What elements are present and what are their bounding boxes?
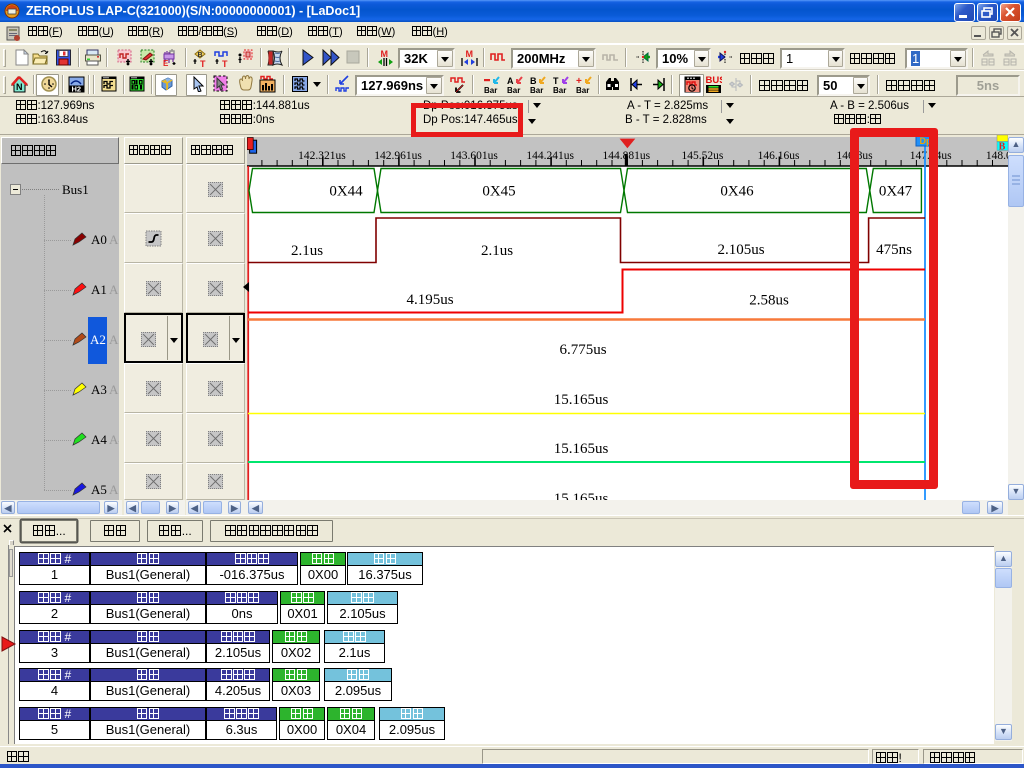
svg-text:T: T (200, 59, 206, 67)
svg-text:2.105us: 2.105us (717, 242, 764, 258)
svg-text:145.52us: 145.52us (681, 150, 723, 162)
svg-text:4.195us: 4.195us (406, 292, 453, 308)
svg-text:Bar: Bar (576, 86, 589, 95)
svg-text:BUS: BUS (706, 75, 723, 86)
svg-text:T: T (222, 59, 228, 67)
svg-text:0X46: 0X46 (720, 184, 754, 200)
svg-text:H2: H2 (72, 85, 82, 94)
svg-text:6.775us: 6.775us (559, 342, 606, 358)
svg-text:146.16us: 146.16us (758, 150, 800, 162)
svg-text:15.165us: 15.165us (554, 441, 609, 457)
svg-text:2.1us: 2.1us (291, 243, 323, 259)
svg-text:M: M (381, 49, 389, 59)
svg-text:0X45: 0X45 (482, 184, 515, 200)
svg-text:E: E (163, 59, 169, 67)
svg-text:0X44: 0X44 (329, 184, 363, 200)
svg-text:2.1us: 2.1us (481, 243, 513, 259)
svg-text:144.881us: 144.881us (602, 150, 650, 162)
svg-text:T: T (553, 76, 559, 86)
svg-text:2.58us: 2.58us (749, 293, 789, 309)
svg-text:N: N (16, 82, 23, 92)
svg-text:Bar: Bar (507, 86, 520, 95)
svg-text:M: M (466, 49, 474, 59)
svg-text:142.321us: 142.321us (298, 150, 346, 162)
svg-text:Bar: Bar (553, 86, 566, 95)
svg-text:B: B (530, 76, 537, 86)
svg-text:143.601us: 143.601us (450, 150, 498, 162)
svg-text:Bar: Bar (530, 86, 543, 95)
svg-text:144.241us: 144.241us (526, 150, 574, 162)
svg-text:142.961us: 142.961us (374, 150, 422, 162)
svg-text:Bar: Bar (484, 86, 497, 95)
svg-text:15.165us: 15.165us (554, 392, 609, 408)
svg-text:15.165us: 15.165us (554, 491, 609, 500)
svg-text:B: B (198, 52, 203, 59)
svg-text:A: A (507, 76, 514, 86)
svg-text:B: B (999, 142, 1006, 153)
